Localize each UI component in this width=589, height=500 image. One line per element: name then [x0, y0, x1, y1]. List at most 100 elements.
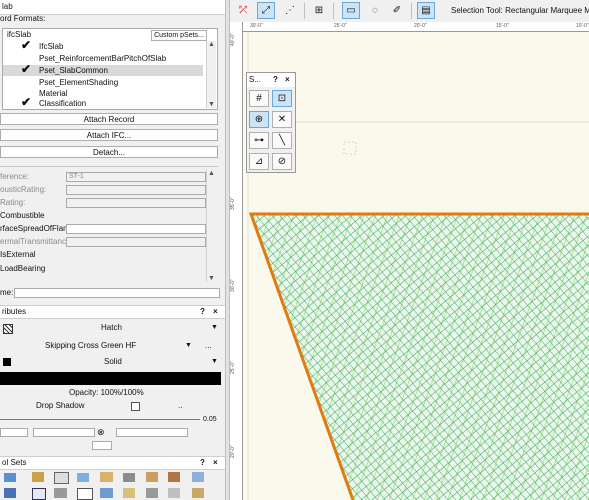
marker-toggle[interactable]: [92, 441, 112, 450]
smart-points-icon[interactable]: ⊶: [249, 132, 269, 149]
drop-shadow-checkbox[interactable]: [131, 402, 140, 411]
furniture-tool-icon[interactable]: [168, 472, 180, 482]
disable-interactive-scaling-icon[interactable]: ⤱: [234, 2, 252, 19]
record-item-selected[interactable]: ✔ Pset_SlabCommon: [3, 63, 203, 76]
opacity-row[interactable]: Opacity: 100%/100%: [0, 386, 225, 400]
snap-to-intersection-icon[interactable]: ⊕: [249, 111, 269, 128]
scroll-down-icon[interactable]: ▼: [207, 101, 216, 108]
arrow-row[interactable]: [0, 438, 225, 452]
slab-tool-icon[interactable]: [32, 472, 44, 482]
field-label: ference:: [0, 172, 29, 181]
surface-spread-input[interactable]: [66, 224, 206, 234]
record-item-label: Classification: [39, 99, 87, 108]
tool-sets-palette-title: ol Sets ? ×: [0, 456, 225, 470]
wall-tool-icon[interactable]: [4, 473, 16, 482]
slab-hatch[interactable]: [243, 214, 589, 500]
transform-mode-icon[interactable]: ⤢: [257, 2, 275, 19]
palette-title-text: S...: [249, 75, 262, 84]
line-style-row[interactable]: ⊗: [0, 425, 225, 439]
record-formats-list[interactable]: ifcSlab Custom pSets... ✔ IfcSlab Pset_R…: [2, 28, 218, 110]
snap-to-grid-icon[interactable]: #: [249, 90, 269, 107]
help-icon[interactable]: ?: [200, 457, 205, 469]
ruler-label: 20'-0": [230, 445, 236, 458]
field-acoustic-rating: ousticRating:: [0, 184, 218, 196]
selection-tool-preferences-icon[interactable]: ▤: [417, 2, 435, 19]
vertical-ruler[interactable]: 40'-0" 35'-0" 30'-0" 25'-0" 20'-0": [230, 22, 243, 500]
grid-tool-icon[interactable]: [54, 488, 67, 498]
record-item-label: IfcSlab: [39, 42, 64, 51]
rectangular-marquee-icon[interactable]: ▭: [342, 2, 360, 19]
door-frame-tool-icon[interactable]: [32, 488, 46, 500]
beam-tool-icon[interactable]: [123, 488, 135, 498]
help-icon[interactable]: ?: [273, 73, 278, 87]
record-item[interactable]: Pset_ElementShading: [3, 77, 203, 88]
opacity-label: Opacity: 100%/100%: [69, 388, 144, 397]
snap-to-angle-icon[interactable]: ✕: [272, 111, 292, 128]
field-surface-spread: rfaceSpreadOfFlame:: [0, 223, 218, 235]
pen-row[interactable]: Solid ▼: [0, 355, 225, 369]
lasso-marquee-icon[interactable]: ◌: [366, 2, 384, 19]
close-icon[interactable]: ×: [285, 73, 290, 87]
snap-to-distance-icon[interactable]: ⊿: [249, 153, 269, 170]
detach-button[interactable]: Detach...: [0, 146, 218, 158]
stair-tool-icon[interactable]: [100, 472, 113, 482]
attach-record-button[interactable]: Attach Record: [0, 113, 218, 125]
line-weight-slider[interactable]: [0, 419, 200, 420]
horizontal-ruler[interactable]: 30'-0" 25'-0" 20'-0" 15'-0" 10'-0": [242, 22, 589, 32]
ramp-tool-icon[interactable]: [168, 488, 180, 498]
rating-input[interactable]: [66, 198, 206, 208]
attach-ifc-button[interactable]: Attach IFC...: [0, 129, 218, 141]
field-label: me:: [0, 288, 14, 297]
window-tool-icon[interactable]: [77, 473, 89, 482]
roof-tool-icon[interactable]: [146, 472, 158, 482]
end-marker-style[interactable]: [116, 428, 188, 437]
column-tool-icon[interactable]: [123, 473, 135, 482]
polygon-marquee-icon[interactable]: ✐: [388, 2, 406, 19]
acoustic-rating-input[interactable]: [66, 185, 206, 195]
space-tool-icon[interactable]: [192, 472, 204, 482]
record-list-scrollbar[interactable]: ▲ ▼: [206, 41, 216, 108]
casework-tool-icon[interactable]: [192, 488, 204, 498]
snap-to-object-icon[interactable]: ⊡: [272, 90, 292, 107]
close-icon[interactable]: ×: [213, 306, 218, 318]
snapping-palette-title[interactable]: S... ? ×: [247, 73, 295, 87]
field-load-bearing[interactable]: LoadBearing: [0, 263, 218, 275]
name-input[interactable]: [14, 288, 220, 298]
door-tool-icon[interactable]: [54, 472, 69, 484]
record-item[interactable]: ✔ IfcSlab: [3, 39, 203, 52]
section-tool-icon[interactable]: [77, 488, 93, 500]
custom-psets-button[interactable]: Custom pSets...: [151, 30, 207, 41]
more-icon[interactable]: ..: [178, 399, 182, 413]
fill-row[interactable]: Hatch ▼: [0, 321, 225, 335]
help-icon[interactable]: ?: [200, 306, 205, 318]
dimension-mode-icon[interactable]: ⊞: [310, 2, 328, 19]
hatch-name-label: Skipping Cross Green HF: [45, 341, 137, 350]
divider: [0, 166, 218, 167]
curtain-wall-tool-icon[interactable]: [4, 488, 16, 498]
scroll-down-icon[interactable]: ▼: [207, 275, 216, 282]
multiple-reshape-icon[interactable]: ⋰: [281, 2, 299, 19]
start-marker-style[interactable]: [33, 428, 95, 437]
pen-color-bar[interactable]: [0, 372, 221, 385]
mode-bar: ⤱ ⤢ ⋰ ⊞ ▭ ◌ ✐ ▤ Selection Tool: Rectangu…: [230, 0, 589, 23]
record-item[interactable]: Pset_ReinforcementBarPitchOfSlab: [3, 53, 203, 64]
hatch-row[interactable]: Skipping Cross Green HF ▼ ...: [0, 339, 225, 353]
start-marker-field[interactable]: [0, 428, 28, 437]
railing-tool-icon[interactable]: [146, 488, 158, 498]
fields-scrollbar[interactable]: ▲ ▼: [206, 170, 216, 282]
close-icon[interactable]: ×: [213, 457, 218, 469]
field-combustible[interactable]: Combustible: [0, 210, 218, 222]
elevation-tool-icon[interactable]: [100, 488, 113, 498]
drop-shadow-row[interactable]: Drop Shadow ..: [0, 399, 225, 413]
thermal-transmittance-input[interactable]: [66, 237, 206, 247]
scroll-up-icon[interactable]: ▲: [207, 41, 216, 48]
scroll-up-icon[interactable]: ▲: [207, 170, 216, 177]
reference-input[interactable]: ST-1: [66, 172, 206, 182]
link-icon[interactable]: ⊗: [97, 425, 105, 439]
record-item[interactable]: ✔ Classification: [3, 96, 203, 109]
field-label: Rating:: [0, 198, 26, 207]
field-is-external[interactable]: IsExternal: [0, 249, 218, 261]
more-button[interactable]: ...: [205, 339, 212, 353]
smart-edge-icon[interactable]: ╲: [272, 132, 292, 149]
snap-to-tangent-icon[interactable]: ⊘: [272, 153, 292, 170]
